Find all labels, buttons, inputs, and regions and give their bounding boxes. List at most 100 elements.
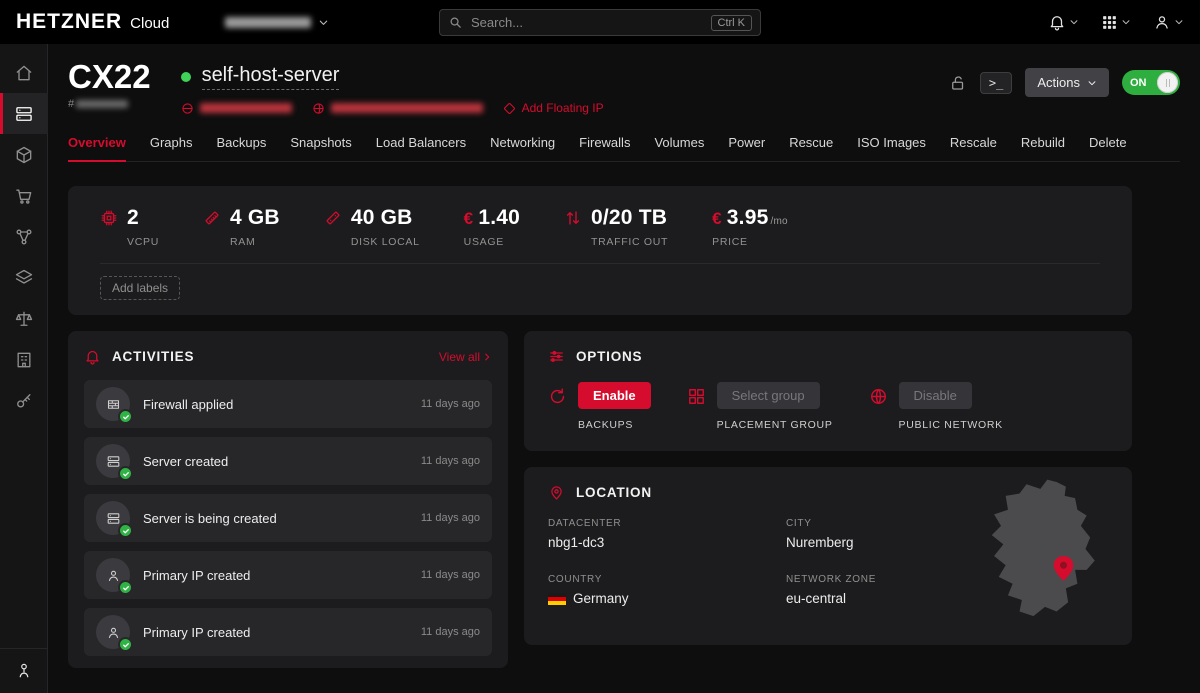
ipv4-address[interactable] bbox=[181, 102, 292, 115]
power-toggle[interactable]: ON bbox=[1122, 70, 1180, 95]
add-labels-button[interactable]: Add labels bbox=[100, 276, 180, 300]
backups-label: BACKUPS bbox=[578, 419, 651, 431]
disable-public-network-button[interactable]: Disable bbox=[899, 382, 972, 409]
sidebar-item-networks[interactable] bbox=[0, 216, 48, 257]
sidebar-item-security[interactable] bbox=[0, 380, 48, 421]
activity-avatar bbox=[96, 615, 130, 649]
ipv6-address[interactable] bbox=[312, 102, 483, 115]
tab-load-balancers[interactable]: Load Balancers bbox=[376, 129, 466, 161]
tab-delete[interactable]: Delete bbox=[1089, 129, 1127, 161]
chevron-down-icon bbox=[1069, 17, 1079, 27]
tab-volumes[interactable]: Volumes bbox=[654, 129, 704, 161]
check-badge-icon bbox=[118, 523, 133, 538]
option-backups: Enable BACKUPS bbox=[548, 382, 651, 431]
server-id: # bbox=[68, 98, 151, 110]
chevron-down-icon bbox=[318, 17, 329, 28]
tab-snapshots[interactable]: Snapshots bbox=[290, 129, 351, 161]
tab-graphs[interactable]: Graphs bbox=[150, 129, 193, 161]
server-name[interactable]: self-host-server bbox=[202, 64, 340, 90]
search-icon bbox=[448, 15, 463, 30]
activity-avatar bbox=[96, 444, 130, 478]
project-selector[interactable] bbox=[225, 17, 329, 28]
sidebar-item-datacenter[interactable] bbox=[0, 339, 48, 380]
activities-title: ACTIVITIES bbox=[112, 349, 194, 364]
sidebar-item-firewalls[interactable] bbox=[0, 298, 48, 339]
stat-disk-label: DISK LOCAL bbox=[351, 236, 420, 248]
activities-list: Firewall applied 11 days ago Server crea… bbox=[84, 380, 492, 656]
public-network-label: PUBLIC NETWORK bbox=[899, 419, 1003, 431]
sidebar-item-home[interactable] bbox=[0, 52, 48, 93]
lock-icon[interactable] bbox=[949, 74, 967, 92]
ipv6-icon bbox=[312, 102, 325, 115]
bell-icon bbox=[1048, 13, 1066, 31]
select-placement-group-button[interactable]: Select group bbox=[717, 382, 820, 409]
tab-rescue[interactable]: Rescue bbox=[789, 129, 833, 161]
account-menu[interactable] bbox=[1153, 13, 1184, 31]
stat-price-label: PRICE bbox=[712, 236, 788, 248]
view-all-link[interactable]: View all bbox=[439, 350, 492, 364]
check-badge-icon bbox=[118, 637, 133, 652]
cart-icon bbox=[14, 186, 34, 206]
activity-time: 11 days ago bbox=[421, 455, 480, 467]
activity-row: Firewall applied 11 days ago bbox=[84, 380, 492, 428]
activities-card: ACTIVITIES View all Firewall applied 11 … bbox=[68, 331, 508, 668]
tab-rebuild[interactable]: Rebuild bbox=[1021, 129, 1065, 161]
sidebar-item-load-balancers[interactable] bbox=[0, 257, 48, 298]
options-card: OPTIONS Enable BACKUPS bbox=[524, 331, 1132, 451]
check-badge-icon bbox=[118, 466, 133, 481]
person-icon bbox=[106, 625, 121, 640]
traffic-arrows-icon bbox=[564, 209, 582, 248]
placement-group-icon bbox=[687, 387, 706, 431]
redacted-ipv4 bbox=[200, 103, 292, 113]
actions-button[interactable]: Actions bbox=[1025, 68, 1109, 97]
tab-rescale[interactable]: Rescale bbox=[950, 129, 997, 161]
tab-backups[interactable]: Backups bbox=[216, 129, 266, 161]
sidebar-item-servers[interactable] bbox=[0, 93, 48, 134]
apps-menu[interactable] bbox=[1101, 14, 1131, 31]
activity-label: Primary IP created bbox=[143, 625, 408, 640]
enable-backups-button[interactable]: Enable bbox=[578, 382, 651, 409]
activity-row: Primary IP created 11 days ago bbox=[84, 608, 492, 656]
tab-overview[interactable]: Overview bbox=[68, 129, 126, 162]
activity-time: 11 days ago bbox=[421, 512, 480, 524]
sidebar-item-volumes[interactable] bbox=[0, 134, 48, 175]
activity-label: Firewall applied bbox=[143, 397, 408, 412]
actions-button-label: Actions bbox=[1037, 75, 1080, 90]
datacenter-label: DATACENTER bbox=[548, 518, 786, 529]
stat-ram: 4 GB RAM bbox=[203, 206, 280, 248]
person-icon bbox=[106, 568, 121, 583]
brand-product: Cloud bbox=[130, 15, 169, 32]
labels-row: Add labels bbox=[100, 263, 1100, 315]
stat-ram-label: RAM bbox=[230, 236, 280, 248]
activity-label: Server created bbox=[143, 454, 408, 469]
power-toggle-knob bbox=[1157, 72, 1178, 93]
notifications-menu[interactable] bbox=[1048, 13, 1079, 31]
activity-row: Server created 11 days ago bbox=[84, 437, 492, 485]
console-button[interactable]: >_ bbox=[980, 72, 1012, 94]
globe-icon bbox=[869, 387, 888, 431]
activity-avatar bbox=[96, 387, 130, 421]
redacted-project-name bbox=[225, 17, 311, 28]
activity-row: Primary IP created 11 days ago bbox=[84, 551, 492, 599]
sidebar-item-support[interactable] bbox=[0, 648, 47, 693]
check-badge-icon bbox=[118, 580, 133, 595]
tab-firewalls[interactable]: Firewalls bbox=[579, 129, 630, 161]
status-dot-running bbox=[181, 72, 191, 82]
sidebar-item-marketplace[interactable] bbox=[0, 175, 48, 216]
stat-vcpu-label: VCPU bbox=[127, 236, 159, 248]
search-input[interactable] bbox=[471, 15, 703, 30]
sliders-icon bbox=[548, 348, 565, 365]
topbar: HETZNER Cloud Ctrl K bbox=[0, 0, 1200, 44]
hetzner-logo[interactable]: HETZNER Cloud bbox=[16, 10, 169, 34]
tab-networking[interactable]: Networking bbox=[490, 129, 555, 161]
tab-power[interactable]: Power bbox=[728, 129, 765, 161]
server-icon bbox=[106, 511, 121, 526]
view-all-label: View all bbox=[439, 350, 480, 364]
stat-ram-value: 4 GB bbox=[230, 206, 280, 230]
add-floating-ip-link[interactable]: Add Floating IP bbox=[503, 101, 604, 115]
stat-traffic-value: 0/20 TB bbox=[591, 206, 667, 230]
tab-iso-images[interactable]: ISO Images bbox=[857, 129, 926, 161]
search-bar[interactable]: Ctrl K bbox=[439, 9, 761, 36]
server-plan: CX22 bbox=[68, 60, 151, 95]
activity-time: 11 days ago bbox=[421, 569, 480, 581]
